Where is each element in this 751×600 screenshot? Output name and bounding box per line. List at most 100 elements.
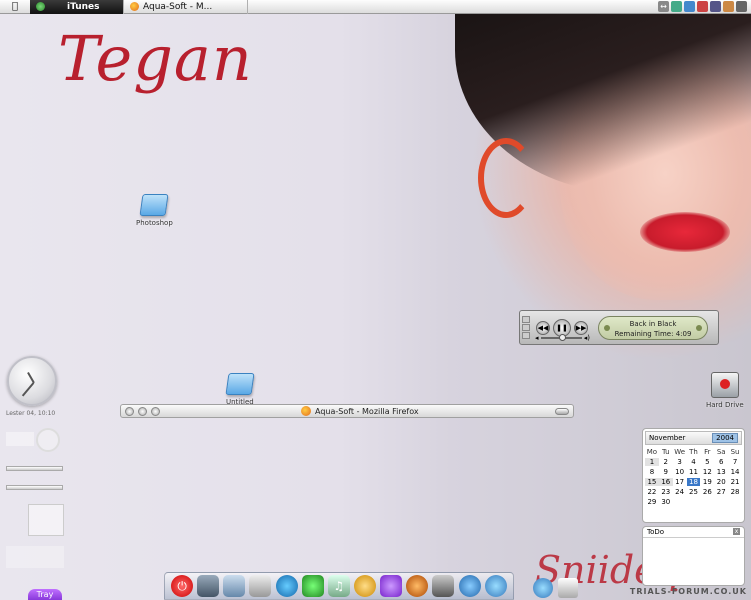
tray-button[interactable]: Tray [28,589,62,600]
calendar-day[interactable]: 17 [673,478,687,486]
calendar-weekday: Sa [716,448,726,456]
track-title: Back in Black [629,320,677,328]
network-icon[interactable] [671,1,682,12]
calendar-day[interactable]: 1 [645,458,659,466]
arrows-icon[interactable]: ↔ [658,1,669,12]
terminal-icon[interactable] [432,575,455,597]
calendar-day[interactable]: 16 [658,478,673,486]
volume-slider[interactable]: ◂ ◂) [535,334,590,342]
disk-bar-widget [6,485,63,490]
next-track-button[interactable]: ▶▶ [574,320,588,335]
shutdown-icon[interactable]: ⏻ [171,575,194,597]
calendar-year[interactable]: 2004 [712,433,738,443]
safari-icon[interactable] [458,575,481,597]
calendar-day[interactable]: 24 [673,488,687,496]
calendar-day[interactable]: 8 [645,468,659,476]
calendar-day[interactable]: 27 [714,488,728,496]
todo-close-button[interactable]: x [733,528,740,535]
wallpaper-title: Tegan [58,22,253,95]
internet-icon[interactable] [533,578,553,598]
calendar-day[interactable]: 11 [687,468,701,476]
memory-bar-widget [6,466,63,471]
calendar-day[interactable]: 15 [645,478,659,486]
desktop-icon-photoshop[interactable]: Photoshop [136,194,173,227]
calendar-day[interactable]: 3 [673,458,687,466]
minimize-button[interactable] [138,406,147,416]
calendar-day[interactable]: 13 [714,468,728,476]
taskbar-item-firefox[interactable]: Aqua-Soft - M... [124,0,248,14]
calendar-day[interactable]: 14 [728,468,742,476]
player-minimize-button[interactable] [522,324,530,331]
calendar-day[interactable]: 2 [659,458,673,466]
firefox-icon [301,406,311,416]
finder-icon[interactable] [197,575,220,597]
clock-label: Lester 04, 10:10 [6,410,56,417]
clock-widget[interactable] [7,356,57,406]
folder-icon [225,373,255,395]
calendar-day[interactable]: 30 [659,498,673,506]
calendar-day[interactable]: 4 [687,458,701,466]
itunes-icon[interactable]: ♫ [327,575,350,597]
clock-minute-hand [22,382,35,397]
calendar-day[interactable]: 28 [728,488,742,496]
network-icon[interactable] [484,575,507,597]
volume-track[interactable] [540,334,582,341]
media-icon[interactable] [380,575,403,597]
folder-icon[interactable] [223,575,246,597]
calendar-day[interactable]: 21 [728,478,742,486]
itunes-icon [36,2,45,11]
folder-icon [139,194,169,216]
desktop-icon-hard-drive[interactable]: Hard Drive [706,372,744,409]
hard-drive-icon [710,372,739,398]
mail-icon[interactable] [354,575,377,597]
todo-header: ToDo x [643,527,744,538]
shield-icon[interactable] [723,1,734,12]
calendar-day[interactable]: 10 [673,468,687,476]
taskbar-item-itunes[interactable]: iTunes [30,0,124,14]
monitor-icon[interactable] [710,1,721,12]
antivirus-icon[interactable] [697,1,708,12]
close-button[interactable] [125,406,134,416]
calendar-day[interactable]: 29 [645,498,659,506]
calendar-month[interactable]: November [649,434,685,442]
globe-icon[interactable] [275,575,298,597]
trash-icon[interactable] [558,578,578,598]
calendar-weekday: We [674,448,686,456]
player-side-buttons [522,316,532,339]
system-monitor-widget [6,432,34,446]
calendar-day[interactable]: 19 [700,478,714,486]
calendar-day[interactable]: 23 [659,488,673,496]
volume-knob[interactable] [559,334,567,341]
calendar-widget: November 2004 Mo Tu We Th Fr Sa Su 1 2 3 4 5 6 7 8 9 10 1… [642,428,745,523]
calendar-day[interactable]: 18 [686,478,701,486]
firefox-icon[interactable] [406,575,429,597]
zoom-button[interactable] [151,406,160,416]
messenger-icon[interactable] [301,575,324,597]
volume-icon[interactable] [684,1,695,12]
firefox-window-titlebar[interactable]: Aqua-Soft - Mozilla Firefox [120,404,574,418]
player-display: Back in Black Remaining Time: 4:09 [598,316,708,340]
calendar-day[interactable]: 20 [714,478,728,486]
previous-track-button[interactable]: ◀◀ [536,320,550,335]
lips-graphic [640,212,730,252]
calendar-weekday: Su [730,448,740,456]
calendar-day[interactable]: 25 [687,488,701,496]
speaker-icon[interactable] [736,1,747,12]
apple-icon[interactable]:  [0,0,30,14]
preferences-icon[interactable] [249,575,272,597]
graph-widget [28,504,64,536]
player-zoom-button[interactable] [522,332,530,339]
calendar-day[interactable]: 6 [714,458,728,466]
calendar-weekday: Tu [661,448,670,456]
calendar-day[interactable]: 22 [645,488,659,496]
calendar-day[interactable]: 5 [700,458,714,466]
calendar-day[interactable]: 26 [700,488,714,496]
calendar-day[interactable]: 7 [728,458,742,466]
desktop-icon-untitled[interactable]: Untitled [225,373,255,406]
firefox-icon [130,2,139,11]
player-close-button[interactable] [522,316,530,323]
calendar-day[interactable]: 12 [700,468,714,476]
window-controls [125,406,160,416]
toolbar-toggle-button[interactable] [555,407,569,415]
calendar-day[interactable]: 9 [659,468,673,476]
